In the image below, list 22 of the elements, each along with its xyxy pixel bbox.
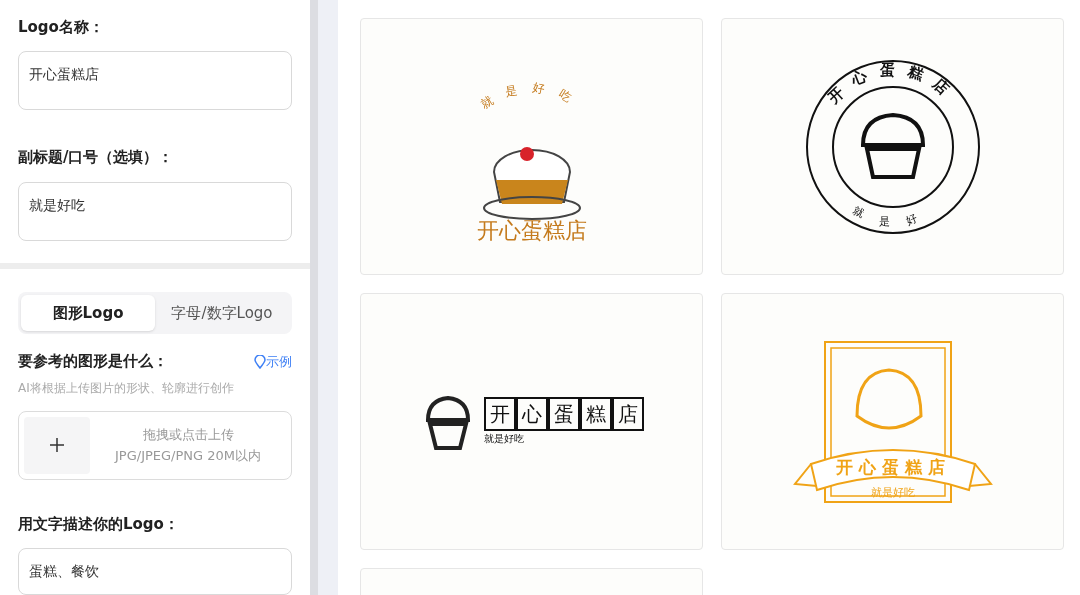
add-image-tile[interactable] — [24, 416, 90, 474]
input-field[interactable]: 蛋糕、餐饮 — [18, 548, 292, 595]
input-field[interactable]: 开心蛋糕店 — [18, 50, 292, 110]
location-pin-icon — [254, 354, 266, 369]
field-label: 副标题/口号（选填）： — [18, 147, 175, 169]
input-field[interactable]: 就是好吃 — [18, 181, 292, 241]
logo-type-tab[interactable]: 图形Logo — [21, 294, 155, 332]
hint-text: AI将根据上传图片的形状、轮廓进行创作 — [18, 379, 235, 397]
plus-icon — [49, 437, 65, 454]
field-label: Logo名称： — [18, 16, 105, 38]
field-label: 要参考的图形是什么： — [18, 351, 168, 373]
logo-slogan: 就是好吃 — [483, 432, 525, 446]
upload-hint: JPG/JPEG/PNG 20M以内 — [115, 447, 261, 466]
upload-hint: 拖拽或点击上传 — [142, 426, 234, 445]
logo-type-tab[interactable]: 字母/数字Logo — [155, 294, 289, 332]
logo-name: 开心蛋糕店 — [483, 397, 644, 431]
field-label: 用文字描述你的Logo： — [18, 513, 180, 535]
example-link[interactable]: 示例 — [254, 351, 292, 372]
cupcake-logo-drawing: 就是好吃 开心蛋糕店 — [431, 51, 632, 242]
logo-result-card[interactable]: 就是好吃 开心蛋糕店 — [360, 18, 703, 275]
logo-result-card[interactable]: 开心蛋糕店 就是好吃 — [360, 293, 703, 550]
logo-result-card[interactable]: 开心蛋糕店 就是好 — [721, 18, 1064, 275]
